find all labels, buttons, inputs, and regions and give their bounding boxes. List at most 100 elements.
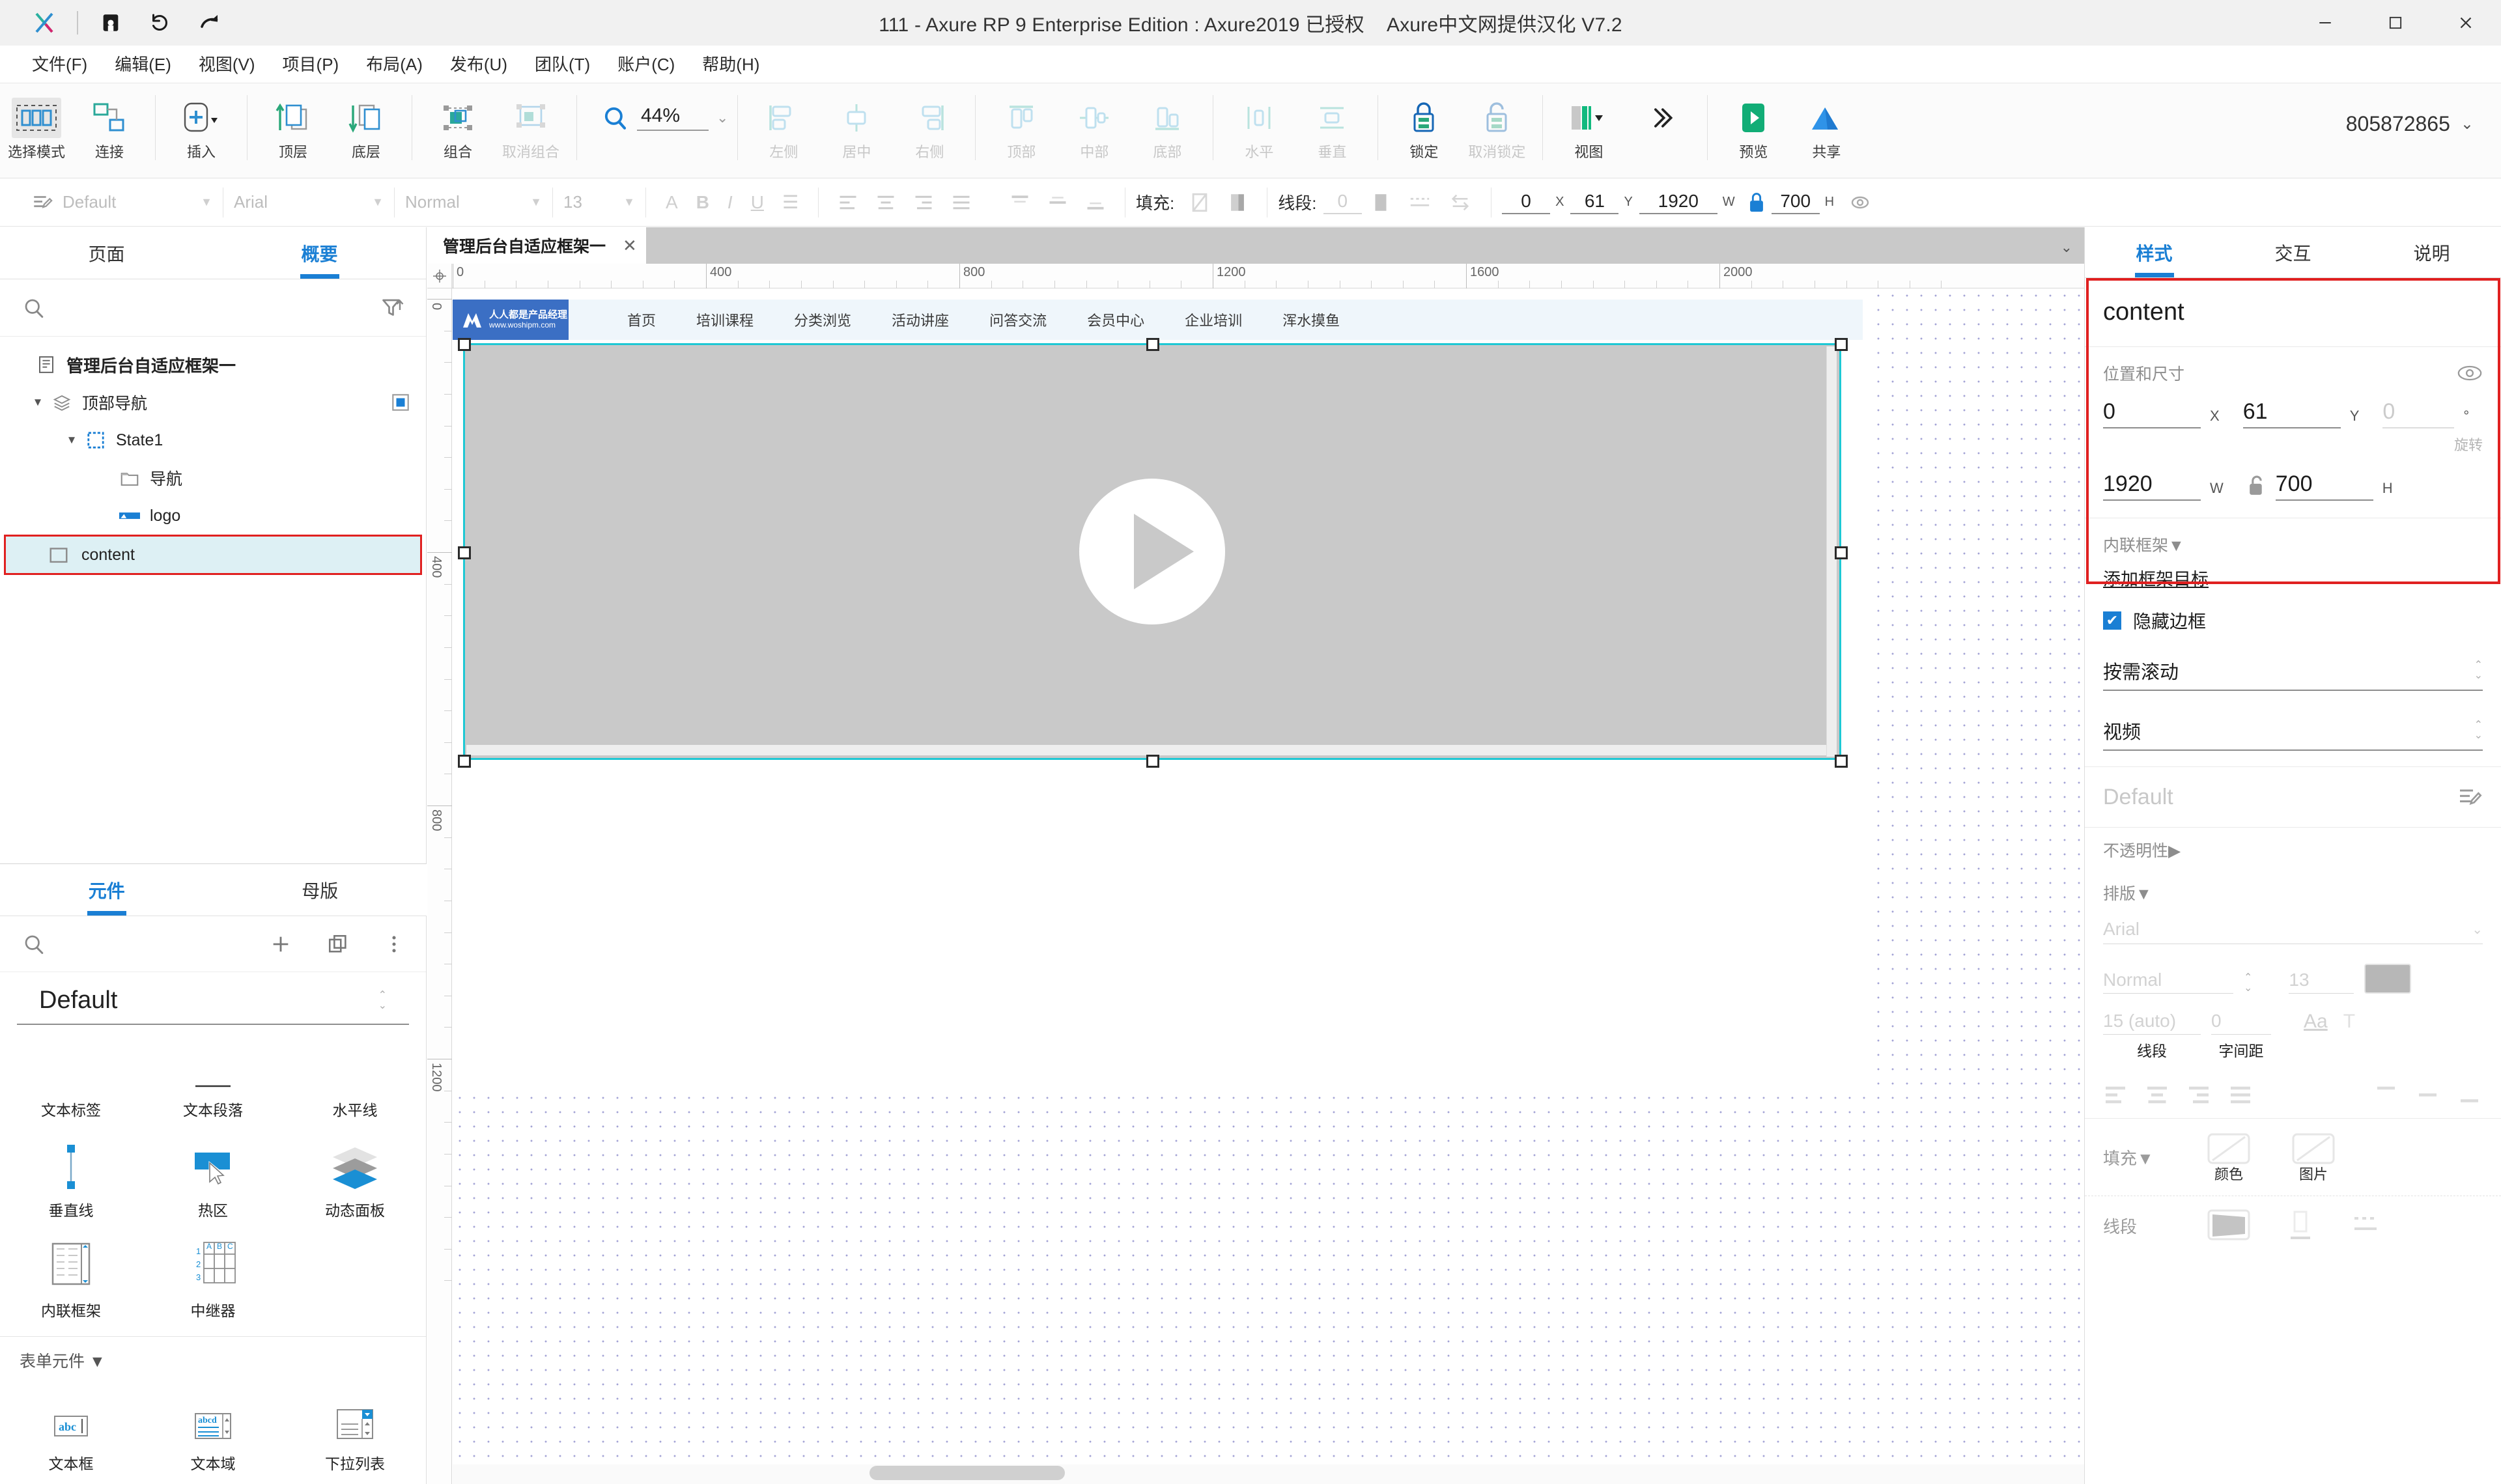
font-color-icon[interactable]: A bbox=[657, 192, 687, 213]
w-input[interactable]: 1920 bbox=[1639, 191, 1717, 214]
library-stepper-icon[interactable]: ⌃ ⌄ bbox=[378, 990, 387, 1011]
h-input[interactable]: 700 bbox=[1771, 191, 1820, 214]
menu-account[interactable]: 账户(C) bbox=[604, 46, 688, 83]
chevron-down-icon[interactable]: ▼ bbox=[2137, 1149, 2154, 1168]
fill-color-icon[interactable] bbox=[1219, 191, 1256, 214]
align-middle-button[interactable]: 中部 bbox=[1058, 91, 1131, 161]
chevron-down-icon[interactable]: ▼ bbox=[61, 434, 82, 447]
tree-item-content[interactable]: content bbox=[4, 535, 422, 575]
site-nav-item[interactable]: 培训课程 bbox=[696, 309, 754, 330]
align-center-icon[interactable] bbox=[867, 194, 905, 211]
valign-bottom-icon[interactable] bbox=[2458, 1084, 2483, 1104]
italic-icon[interactable]: I bbox=[718, 192, 742, 213]
resize-handle-ne[interactable] bbox=[1835, 338, 1848, 351]
opacity-section-header[interactable]: 不透明性▶ bbox=[2085, 828, 2501, 872]
resize-handle-se[interactable] bbox=[1835, 755, 1848, 768]
distribute-horizontal-button[interactable]: 水平 bbox=[1222, 91, 1295, 161]
widget-library-header[interactable]: Default ⌃ ⌄ bbox=[17, 972, 409, 1025]
filter-sort-icon[interactable] bbox=[380, 296, 404, 320]
tree-item-state1[interactable]: ▼ State1 bbox=[0, 421, 426, 459]
resize-handle-w[interactable] bbox=[458, 546, 471, 559]
group-button[interactable]: 组合 bbox=[421, 91, 494, 161]
chevron-down-icon[interactable]: ▼ bbox=[2168, 537, 2184, 555]
line-color-icon[interactable] bbox=[2205, 1208, 2253, 1243]
valign-middle-icon[interactable] bbox=[1039, 194, 1077, 211]
letter-spacing-value[interactable]: 0 bbox=[2211, 1011, 2271, 1035]
connect-button[interactable]: 连接 bbox=[73, 91, 146, 161]
resize-handle-s[interactable] bbox=[1146, 755, 1159, 768]
chevron-down-icon[interactable]: ⌄ bbox=[2472, 921, 2483, 938]
zoom-value[interactable]: 44% bbox=[637, 105, 709, 131]
font-weight-value[interactable]: Normal bbox=[2103, 970, 2233, 994]
duplicate-icon[interactable] bbox=[327, 933, 349, 955]
stepper-icon[interactable]: ⌃ ⌄ bbox=[2474, 660, 2483, 681]
align-center-button[interactable]: 居中 bbox=[820, 91, 893, 161]
ruler-origin-icon[interactable] bbox=[427, 264, 452, 288]
menu-layout[interactable]: 布局(A) bbox=[352, 46, 436, 83]
widget-vertical-line[interactable]: 垂直线 bbox=[0, 1129, 142, 1229]
y-input[interactable]: 61 bbox=[2242, 399, 2341, 428]
widget-horizontal-line[interactable]: 水平线 bbox=[284, 1029, 426, 1129]
tree-item-top-nav[interactable]: ▼ 顶部导航 bbox=[0, 384, 426, 421]
bring-front-button[interactable]: 顶层 bbox=[257, 91, 330, 161]
underline-icon[interactable]: U bbox=[742, 192, 773, 213]
list-icon[interactable]: ☰ bbox=[773, 191, 808, 213]
align-justify-icon[interactable] bbox=[2228, 1084, 2253, 1104]
close-button[interactable] bbox=[2431, 0, 2501, 46]
align-right-icon[interactable] bbox=[905, 194, 942, 211]
x-input[interactable]: 0 bbox=[2103, 399, 2201, 428]
line-width-icon[interactable] bbox=[2283, 1208, 2318, 1243]
align-top-button[interactable]: 顶部 bbox=[985, 91, 1058, 161]
widget-text-area[interactable]: abcd 文本域 bbox=[142, 1382, 284, 1483]
site-nav-item[interactable]: 首页 bbox=[627, 309, 656, 330]
font-size-value[interactable]: 13 bbox=[2289, 970, 2354, 994]
tree-item-nav[interactable]: 导航 bbox=[0, 459, 426, 497]
tab-notes[interactable]: 说明 bbox=[2362, 227, 2501, 277]
align-bottom-button[interactable]: 底部 bbox=[1131, 91, 1204, 161]
tab-interactions[interactable]: 交互 bbox=[2224, 227, 2362, 277]
line-style-icon[interactable] bbox=[1400, 191, 1440, 214]
text-style-icon[interactable] bbox=[22, 191, 63, 214]
page-surface[interactable]: 人人都是产品经理 www.woshipm.com 首页 培训课程 分类浏览 活动… bbox=[453, 288, 1866, 1089]
tab-style[interactable]: 样式 bbox=[2085, 227, 2224, 277]
align-left-icon[interactable] bbox=[2103, 1084, 2128, 1104]
align-right-icon[interactable] bbox=[2186, 1084, 2211, 1104]
widget-text-field[interactable]: abc 文本框 bbox=[0, 1382, 142, 1483]
search-icon[interactable] bbox=[22, 932, 46, 956]
chevron-down-icon[interactable]: ⌄ bbox=[716, 109, 728, 126]
align-center-icon[interactable] bbox=[2145, 1084, 2169, 1104]
x-input[interactable]: 0 bbox=[1502, 191, 1551, 214]
line-width-value[interactable]: 0 bbox=[1323, 191, 1363, 214]
align-left-button[interactable]: 左侧 bbox=[747, 91, 820, 161]
style-preset-row[interactable]: Default bbox=[2085, 767, 2501, 828]
search-icon[interactable] bbox=[22, 296, 46, 320]
w-input[interactable]: 1920 bbox=[2103, 471, 2201, 501]
y-input[interactable]: 61 bbox=[1570, 191, 1619, 214]
widget-repeater[interactable]: 1 2 3 A B C 中继器 bbox=[142, 1229, 284, 1330]
site-logo[interactable]: 人人都是产品经理 www.woshipm.com bbox=[453, 300, 569, 340]
rotation-input[interactable]: 0 bbox=[2382, 399, 2455, 428]
no-fill-icon[interactable] bbox=[1181, 191, 1219, 214]
site-navigation-bar[interactable]: 人人都是产品经理 www.woshipm.com 首页 培训课程 分类浏览 活动… bbox=[453, 300, 1863, 340]
resize-handle-e[interactable] bbox=[1835, 546, 1848, 559]
menu-file[interactable]: 文件(F) bbox=[18, 46, 101, 83]
widget-section-form[interactable]: 表单元件 ▼ bbox=[0, 1336, 426, 1379]
site-nav-item[interactable]: 活动讲座 bbox=[892, 309, 949, 330]
widget-text-label[interactable]: 文本标签 bbox=[0, 1029, 142, 1129]
arrow-style-icon[interactable] bbox=[1440, 191, 1480, 214]
canvas-horizontal-scrollbar[interactable] bbox=[869, 1466, 1065, 1480]
text-case-icon[interactable]: Aa bbox=[2304, 1011, 2328, 1033]
visibility-eye-icon[interactable] bbox=[2457, 364, 2483, 382]
panel-state-icon[interactable] bbox=[392, 394, 409, 411]
style-preset-select[interactable]: Default ▼ bbox=[63, 192, 212, 212]
iframe-horizontal-scrollbar[interactable] bbox=[466, 745, 1826, 755]
site-nav-item[interactable]: 浑水摸鱼 bbox=[1282, 309, 1340, 330]
minimize-button[interactable] bbox=[2290, 0, 2360, 46]
selected-widget-content[interactable] bbox=[463, 343, 1841, 760]
account-menu[interactable]: 805872865 ⌄ bbox=[2346, 112, 2474, 136]
select-mode-button[interactable]: 选择模式 bbox=[0, 91, 73, 161]
line-color-icon[interactable] bbox=[1362, 191, 1400, 214]
tab-widgets[interactable]: 元件 bbox=[0, 864, 214, 916]
menu-publish[interactable]: 发布(U) bbox=[436, 46, 521, 83]
preview-button[interactable]: 预览 bbox=[1717, 91, 1790, 161]
